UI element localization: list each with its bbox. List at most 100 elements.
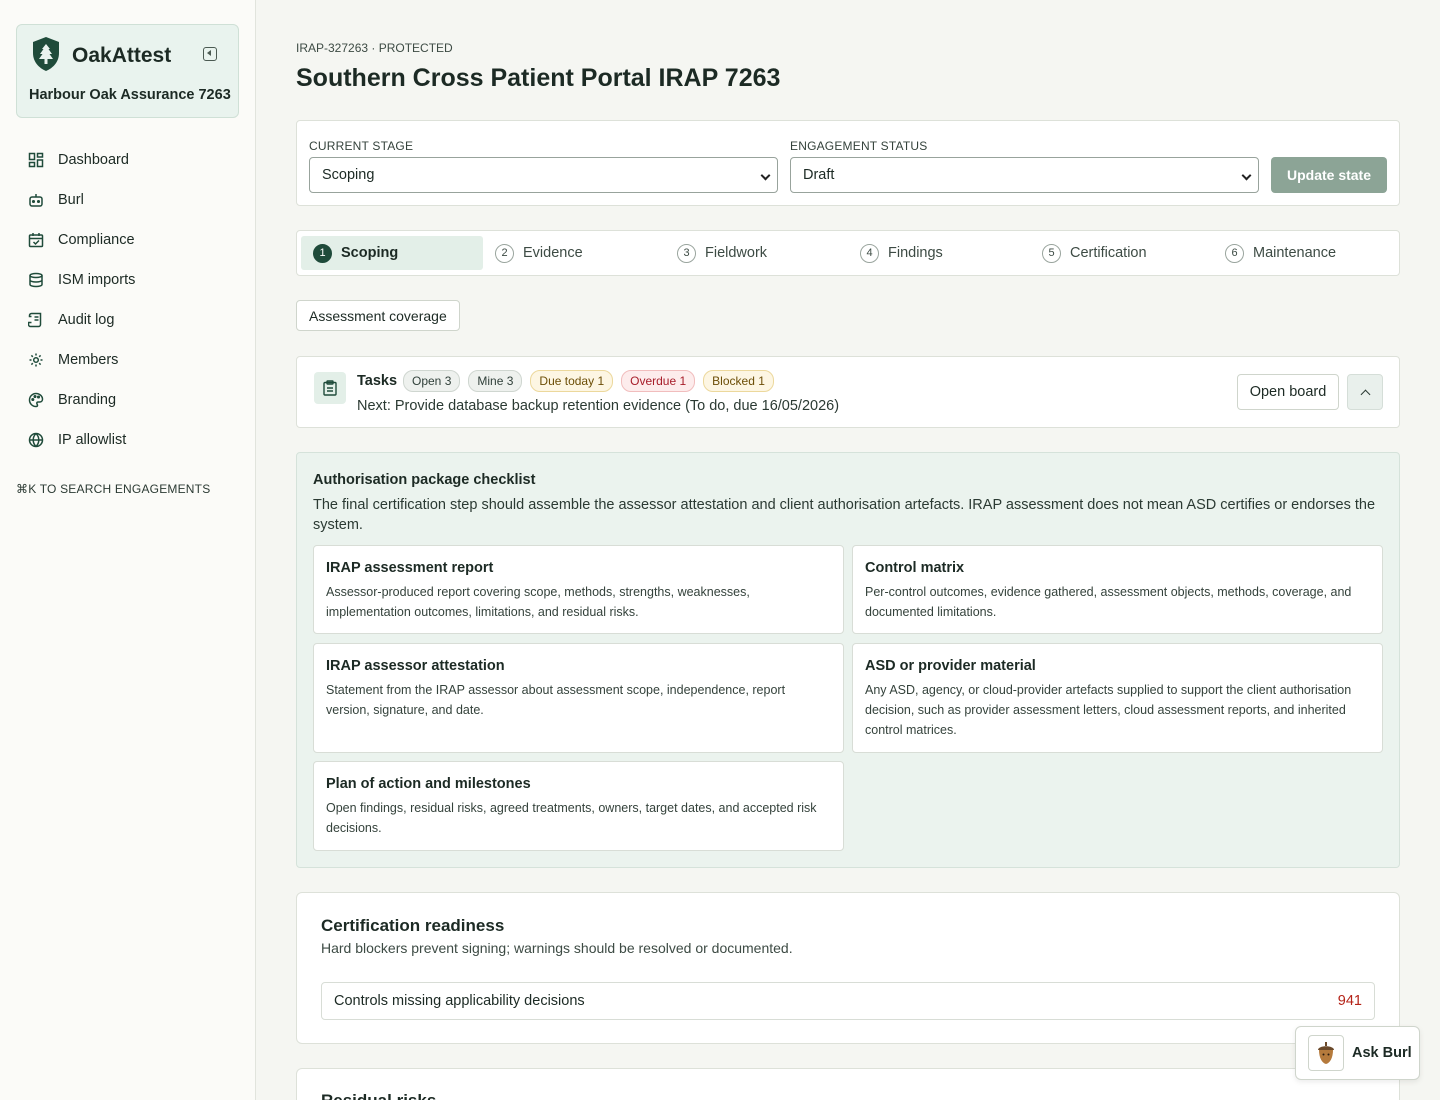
readiness-description: Hard blockers prevent signing; warnings … [321,940,793,956]
stage-label: CURRENT STAGE [309,139,414,153]
clipboard-icon [314,372,346,404]
checklist-item-desc: Assessor-produced report covering scope,… [326,585,750,619]
sidebar-item-label: ISM imports [58,272,136,288]
brand-name: OakAttest [72,44,172,67]
badge-due-today[interactable]: Due today 1 [530,370,614,392]
checklist-item-title: IRAP assessor attestation [326,658,505,674]
step-number: 1 [313,243,332,263]
residual-title: Residual risks [321,1091,436,1100]
sidebar-item-label: Compliance [58,232,135,248]
sidebar-item-branding[interactable]: Branding [16,380,240,420]
task-badges: Open 3 Mine 3 Due today 1 Overdue 1 Bloc… [403,370,774,392]
step-certification[interactable]: 5 Certification [1030,236,1212,270]
ask-burl-label: Ask Burl [1352,1045,1412,1061]
step-fieldwork[interactable]: 3 Fieldwork [665,236,847,270]
certification-readiness: Certification readiness Hard blockers pr… [296,892,1400,1044]
state-panel: CURRENT STAGE Scoping ENGAGEMENT STATUS … [296,120,1400,206]
sidebar-item-ip-allowlist[interactable]: IP allowlist [16,420,240,460]
page-title: Southern Cross Patient Portal IRAP 7263 [296,64,781,92]
step-number: 5 [1042,243,1061,263]
status-select[interactable]: Draft [790,157,1259,193]
org-switcher[interactable]: OakAttest Harbour Oak Assurance 7263 [16,24,239,118]
chevron-up-icon [1360,389,1370,399]
sidebar-item-burl[interactable]: Burl [16,180,240,220]
collapse-tasks-button[interactable] [1347,374,1383,410]
collapse-sidebar-icon[interactable] [203,47,217,61]
stage-select[interactable]: Scoping [309,157,778,193]
checklist-item: ASD or provider material Any ASD, agency… [852,643,1383,753]
checklist-item-desc: Any ASD, agency, or cloud-provider artef… [865,683,1352,737]
next-task: Next: Provide database backup retention … [357,398,840,414]
sidebar-item-compliance[interactable]: Compliance [16,220,240,260]
badge-blocked[interactable]: Blocked 1 [703,370,774,392]
readiness-title: Certification readiness [321,916,505,935]
blocker-label: Controls missing applicability decisions [334,993,585,1009]
gear-icon [28,352,44,368]
chevron-down-icon [760,170,771,181]
blocker-count: 941 [1337,993,1362,1009]
acorn-avatar-icon [1308,1035,1344,1071]
step-findings[interactable]: 4 Findings [848,236,1030,270]
globe-icon [28,432,44,448]
status-label: ENGAGEMENT STATUS [790,139,928,153]
checklist-item-desc: Per-control outcomes, evidence gathered,… [865,585,1352,619]
bot-icon [28,192,44,208]
assessment-coverage-button[interactable]: Assessment coverage [296,300,460,331]
checklist-item: Plan of action and milestones Open findi… [313,761,844,851]
step-label: Scoping [341,245,399,261]
chevron-down-icon [1241,170,1252,181]
stage-select-value: Scoping [322,167,375,183]
badge-open[interactable]: Open 3 [403,370,461,392]
sidebar-item-label: Burl [58,192,84,208]
step-label: Evidence [523,245,583,261]
step-scoping[interactable]: 1 Scoping [301,236,483,270]
sidebar-item-label: Audit log [58,312,115,328]
checklist-item-title: Control matrix [865,560,965,576]
step-number: 2 [495,243,514,263]
step-maintenance[interactable]: 6 Maintenance [1213,236,1395,270]
sidebar-nav: Dashboard Burl Compliance ISM imports Au… [16,140,240,460]
sidebar-item-label: Dashboard [58,152,129,168]
engagement-id: IRAP-327263 · PROTECTED [296,41,453,55]
authorisation-checklist: Authorisation package checklist The fina… [296,452,1400,868]
step-number: 4 [860,243,879,263]
ask-burl-button[interactable]: Ask Burl [1295,1026,1420,1080]
sidebar-item-members[interactable]: Members [16,340,240,380]
step-label: Maintenance [1253,245,1337,261]
sidebar-item-ism-imports[interactable]: ISM imports [16,260,240,300]
dashboard-icon [28,152,44,168]
badge-overdue[interactable]: Overdue 1 [621,370,696,392]
step-evidence[interactable]: 2 Evidence [483,236,665,270]
tasks-title: Tasks [357,373,398,389]
checklist-item-title: Plan of action and milestones [326,776,531,792]
step-label: Fieldwork [705,245,768,261]
database-icon [28,272,44,288]
sidebar: OakAttest Harbour Oak Assurance 7263 Das… [0,0,256,1100]
step-label: Findings [888,245,943,261]
checklist-item-title: IRAP assessment report [326,560,494,576]
update-state-button[interactable]: Update state [1271,157,1387,193]
sidebar-item-label: IP allowlist [58,432,127,448]
scroll-icon [28,312,44,328]
calendar-check-icon [28,232,44,248]
tasks-panel: Tasks Open 3 Mine 3 Due today 1 Overdue … [296,356,1400,428]
badge-mine[interactable]: Mine 3 [468,370,523,392]
checklist-item: IRAP assessor attestation Statement from… [313,643,844,753]
palette-icon [28,392,44,408]
stage-stepper: 1 Scoping 2 Evidence 3 Fieldwork 4 Findi… [296,230,1400,276]
oak-shield-logo-icon [33,37,59,71]
status-select-value: Draft [803,167,835,183]
readiness-blocker-row[interactable]: Controls missing applicability decisions… [321,982,1375,1020]
open-board-button[interactable]: Open board [1237,374,1339,410]
step-number: 6 [1225,243,1244,263]
checklist-title: Authorisation package checklist [313,472,536,488]
sidebar-item-dashboard[interactable]: Dashboard [16,140,240,180]
checklist-item-desc: Statement from the IRAP assessor about a… [326,683,786,717]
residual-risks: Residual risks [296,1068,1400,1100]
step-number: 3 [677,243,696,263]
search-shortcut-hint[interactable]: ⌘K TO SEARCH ENGAGEMENTS [16,482,210,496]
checklist-description: The final certification step should asse… [313,497,1376,533]
checklist-item-title: ASD or provider material [865,658,1036,674]
checklist-item: IRAP assessment report Assessor-produced… [313,545,844,634]
sidebar-item-audit-log[interactable]: Audit log [16,300,240,340]
